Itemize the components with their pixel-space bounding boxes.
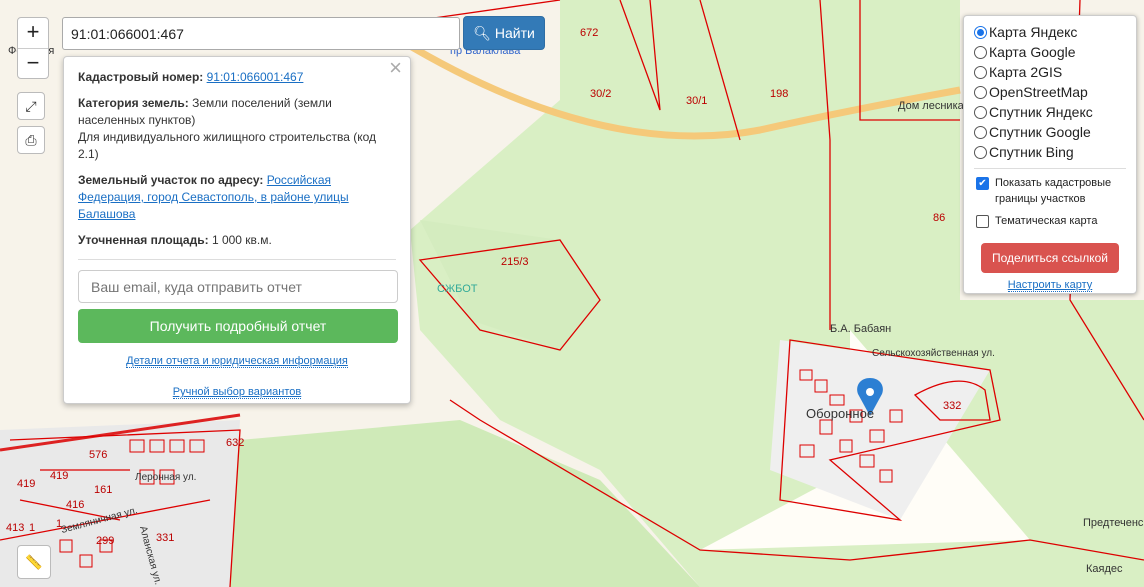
parcel-label: 30/1	[686, 95, 708, 107]
address-label: Земельный участок по адресу:	[78, 173, 264, 187]
layer-option[interactable]: Карта Google	[974, 42, 1126, 62]
parcel-label: 86	[933, 212, 946, 224]
layer-option[interactable]: Спутник Яндекс	[974, 102, 1126, 122]
thematic-label: Тематическая карта	[995, 215, 1098, 227]
place-label: Дом лесника	[898, 100, 964, 112]
parcel-label: 576	[89, 449, 108, 461]
radio-icon	[974, 125, 987, 139]
layer-option-label: Карта Google	[989, 44, 1076, 60]
layer-option-label: Спутник Яндекс	[989, 104, 1093, 120]
layer-option[interactable]: OpenStreetMap	[974, 82, 1126, 102]
checkbox-checked-icon: ✔	[976, 177, 989, 190]
radio-icon	[974, 145, 987, 159]
get-report-button[interactable]: Получить подробный отчет	[78, 309, 398, 343]
close-icon[interactable]: ×	[389, 57, 402, 79]
place-label: Б.А. Бабаян	[830, 323, 892, 335]
parcel-label: 419	[50, 470, 69, 482]
radio-icon	[974, 45, 987, 59]
cadastral-number-link[interactable]: 91:01:066001:467	[207, 70, 304, 84]
parcel-label: 332	[943, 400, 962, 412]
parcel-label: 215/3	[501, 256, 529, 268]
layer-option-label: Спутник Bing	[989, 144, 1074, 160]
layer-option[interactable]: Спутник Google	[974, 122, 1126, 142]
show-borders-label: Показать кадастровые границы участков	[995, 177, 1112, 205]
cadastral-search-input[interactable]	[62, 17, 460, 50]
parcel-label: 161	[94, 484, 113, 496]
ruler-icon[interactable]: 📏	[17, 545, 51, 579]
checkbox-icon	[976, 215, 989, 228]
place-label: Предтеченская церковь	[1083, 517, 1144, 529]
cadastral-label: Кадастровый номер:	[78, 70, 204, 84]
find-label: Найти	[494, 25, 535, 41]
layer-option-label: OpenStreetMap	[989, 84, 1088, 100]
parcel-label: 413	[6, 522, 25, 534]
parcel-label: 672	[580, 27, 599, 39]
radio-icon	[974, 25, 987, 39]
zoom-control: + −	[17, 17, 49, 79]
search-icon: 🔍︎	[473, 25, 491, 41]
manual-selection-link[interactable]: Ручной выбор вариантов	[78, 384, 396, 401]
configure-map-link[interactable]: Настроить карту	[974, 279, 1126, 292]
parcel-info-popup: × Кадастровый номер: 91:01:066001:467 Ка…	[63, 56, 411, 404]
thematic-map-checkbox[interactable]: Тематическая карта	[974, 213, 1126, 229]
email-input[interactable]	[78, 270, 398, 303]
area-value: 1 000 кв.м.	[211, 233, 272, 247]
permitted-use: Для индивидуального жилищного строительс…	[78, 130, 376, 161]
parcel-label: 632	[226, 437, 245, 449]
print-icon[interactable]: ⎙	[17, 126, 45, 154]
area-label: Уточненная площадь:	[78, 233, 209, 247]
layer-option-label: Карта Яндекс	[989, 24, 1078, 40]
parcel-label: 299	[96, 535, 115, 547]
place-label: СЖБОТ	[437, 283, 478, 295]
layer-option-label: Спутник Google	[989, 124, 1091, 140]
parcel-label: 416	[66, 499, 85, 511]
fullscreen-icon[interactable]: ⤢	[17, 92, 45, 120]
parcel-label: 1	[29, 522, 36, 534]
street-label: Леронная ул.	[135, 472, 197, 483]
layer-option[interactable]: Карта Яндекс	[974, 22, 1126, 42]
layer-option-label: Карта 2GIS	[989, 64, 1063, 80]
find-button[interactable]: 🔍︎ Найти	[463, 16, 545, 50]
map-layers-panel: Карта Яндекс Карта Google Карта 2GIS OpenSt…	[963, 15, 1137, 294]
radio-icon	[974, 65, 987, 79]
place-label: Каядес	[1086, 563, 1123, 575]
parcel-label: 419	[17, 478, 36, 490]
zoom-in-button[interactable]: +	[18, 18, 48, 48]
show-borders-checkbox[interactable]: ✔ Показать кадастровые границы участков	[974, 175, 1126, 207]
report-details-link[interactable]: Детали отчета и юридическая информация	[78, 353, 396, 370]
radio-icon	[974, 105, 987, 119]
parcel-label: 198	[770, 88, 789, 100]
street-label: Сельскохозяйственная ул.	[872, 348, 995, 359]
layer-option[interactable]: Карта 2GIS	[974, 62, 1126, 82]
place-label: Оборонное	[806, 406, 875, 421]
radio-icon	[974, 85, 987, 99]
parcel-label: 331	[156, 532, 175, 544]
layer-option[interactable]: Спутник Bing	[974, 142, 1126, 162]
share-link-button[interactable]: Поделиться ссылкой	[981, 243, 1119, 273]
parcel-label: 30/2	[590, 88, 612, 100]
zoom-out-button[interactable]: −	[18, 48, 48, 78]
category-label: Категория земель:	[78, 96, 189, 110]
